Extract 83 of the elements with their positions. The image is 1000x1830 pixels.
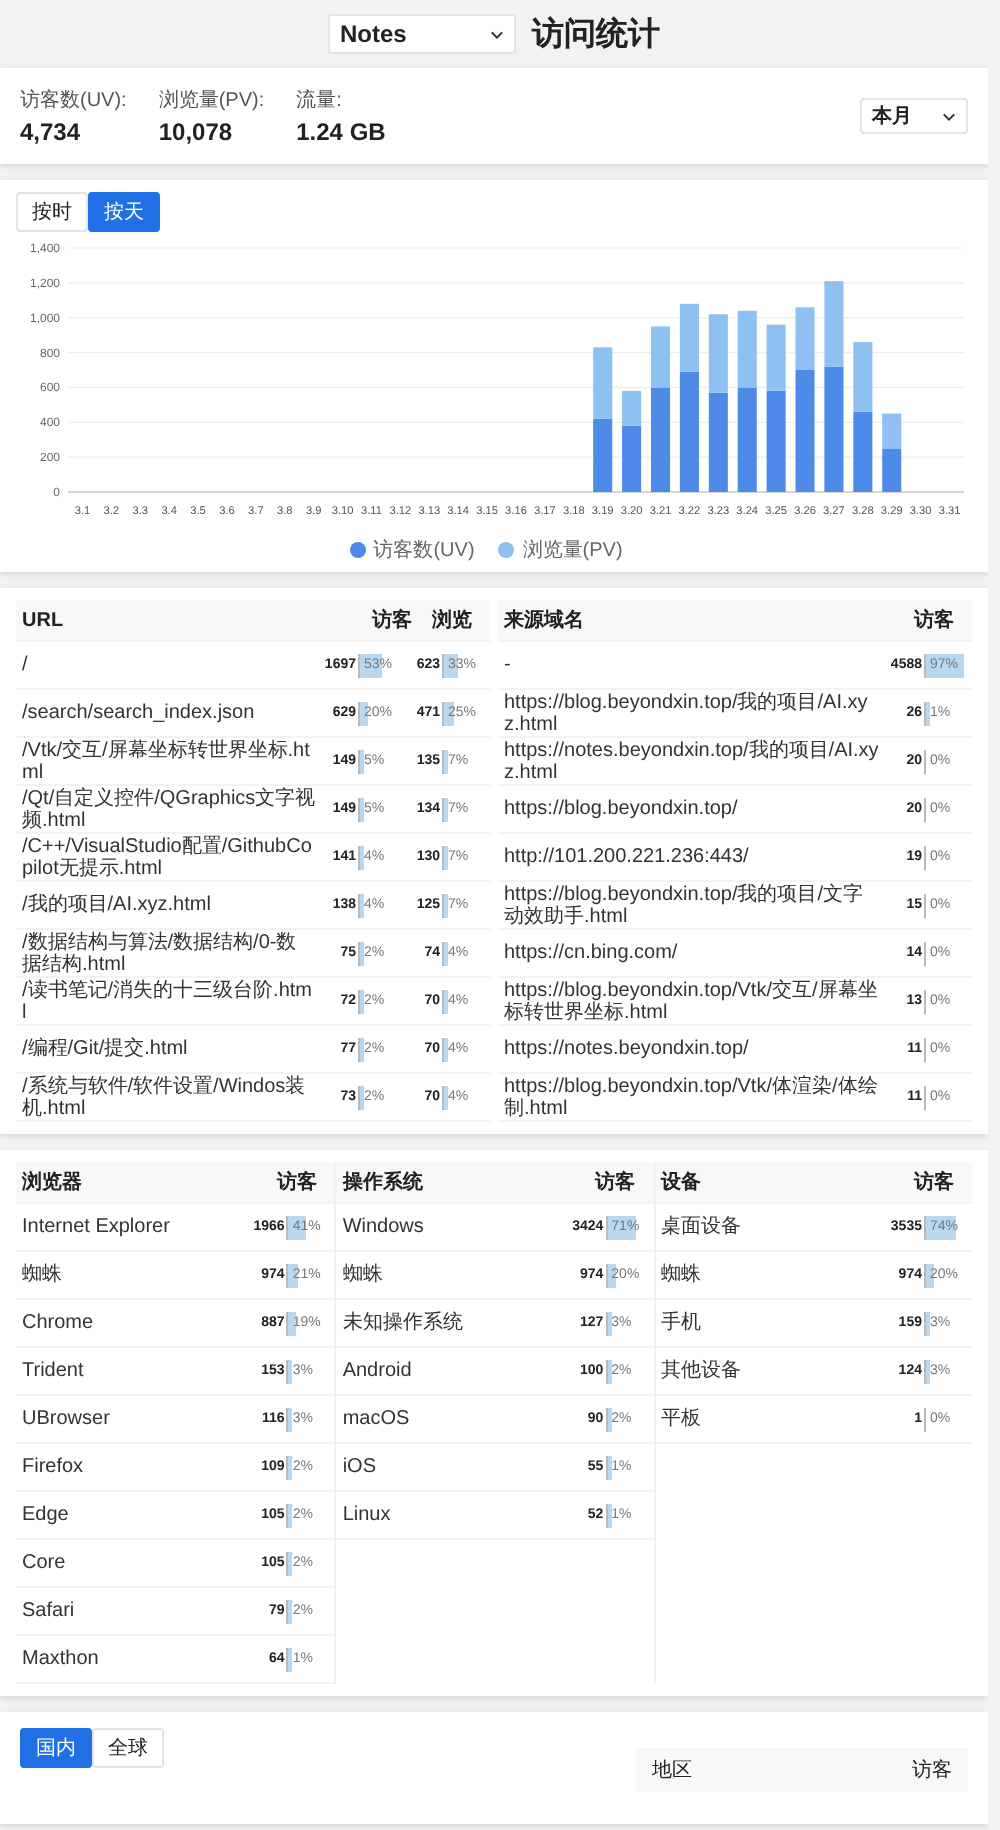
segment-tab[interactable]: 国内 <box>20 1728 92 1768</box>
url-cell-text: /读书笔记/消失的十三级台阶.html <box>22 979 315 1023</box>
column-header: 来源域名 <box>504 607 586 634</box>
url-cell: /Qt/自定义控件/QGraphics文字视频.html <box>22 787 316 831</box>
bar <box>708 392 728 492</box>
bar <box>882 448 902 492</box>
domain-cell-text: https://blog.beyondxin.top/Vtk/体渲染/体绘制.html <box>504 1075 880 1119</box>
name-cell-text: 未知操作系统 <box>342 1312 465 1334</box>
name-cell-text: Core <box>22 1552 68 1574</box>
url-cell-text: /数据结构与算法/数据结构/0-数据结构.html <box>22 931 299 975</box>
url-cell-text: / <box>22 654 30 676</box>
column-header: 访客 <box>913 1168 956 1196</box>
url-cell-text: /编程/Git/提交.html <box>22 1038 190 1060</box>
legend-label: 访客数(UV) <box>373 537 475 564</box>
stat-label: 浏览量(PV): <box>158 87 265 114</box>
name-cell-text: 平板 <box>661 1408 704 1430</box>
domain-cell-text: https://notes.beyondxin.top/我的项目/AI.xyz.html <box>504 739 881 783</box>
domain-cell-text: https://blog.beyondxin.top/ <box>504 798 740 820</box>
name-cell-text: Safari <box>22 1600 77 1622</box>
name-cell-text: Windows <box>342 1216 426 1238</box>
name-cell-text: iOS <box>342 1456 378 1478</box>
url-cell-text: /Vtk/交互/屏幕坐标转世界坐标.html <box>22 739 312 783</box>
column-header: 访客 <box>276 1168 319 1196</box>
name-cell-text: Maxthon <box>22 1648 101 1670</box>
column-header: 地区 <box>652 1757 692 1784</box>
domain-cell-text: - <box>504 654 513 676</box>
segment-tab[interactable]: 按天 <box>88 192 160 232</box>
domain-cell-text: https://notes.beyondxin.top/ <box>504 1038 751 1060</box>
legend-label: 浏览量(PV) <box>522 537 623 564</box>
column-header: 浏览器 <box>22 1169 84 1196</box>
bar <box>593 347 613 419</box>
url-cell-text: /系统与软件/软件设置/Windos装机.html <box>22 1075 308 1119</box>
name-cell-text: 桌面设备 <box>661 1216 744 1238</box>
stat-value: 1.24 GB <box>296 118 386 146</box>
name-cell-text: 蜘蛛 <box>342 1264 385 1286</box>
name-cell-text: 其他设备 <box>661 1360 744 1382</box>
name-cell-text: 蜘蛛 <box>661 1264 704 1286</box>
column-header: 访客 <box>372 606 414 634</box>
domain-cell-text: https://blog.beyondxin.top/Vtk/交互/屏幕坐标转世界坐标.html <box>504 979 880 1023</box>
name-cell-text: macOS <box>342 1408 412 1430</box>
bar <box>882 413 902 449</box>
stat-label: 流量: <box>296 87 344 114</box>
name-cell-text: Chrome <box>22 1312 96 1334</box>
page-title: 访问统计 <box>532 14 660 55</box>
column-header: 操作系统 <box>342 1169 425 1196</box>
legend-dot <box>498 542 515 558</box>
name-cell-text: Internet Explorer <box>22 1216 172 1238</box>
name-cell-text: 手机 <box>661 1312 704 1334</box>
bar <box>853 342 873 412</box>
stat-label: 访客数(UV): <box>20 87 127 114</box>
url-cell-text: /C++/VisualStudio配置/GithubCopilot无提示.html <box>22 835 314 879</box>
caret-icon <box>942 111 956 121</box>
bar <box>737 387 757 492</box>
domain-cell-text: http://101.200.221.236:443/ <box>504 846 751 868</box>
url-cell-text: /search/search_index.json <box>22 702 257 724</box>
stat-value: 4,734 <box>20 118 83 146</box>
name-cell-text: UBrowser <box>22 1408 112 1430</box>
name-cell-text: Trident <box>22 1360 86 1382</box>
column-header: 访客 <box>912 1757 952 1784</box>
bar <box>708 314 728 393</box>
bar <box>593 418 613 492</box>
name-cell-text: Android <box>342 1360 414 1382</box>
name-cell-text: Edge <box>22 1504 71 1526</box>
name-cell-text: 蜘蛛 <box>22 1264 64 1286</box>
stat-value: 10,078 <box>158 118 235 146</box>
legend-dot <box>349 542 366 558</box>
caret-icon <box>490 29 504 39</box>
period-select[interactable]: 本月 <box>860 98 968 134</box>
name-cell-text: Linux <box>342 1504 393 1526</box>
domain-cell-text: https://cn.bing.com/ <box>504 942 680 964</box>
domain-cell-text: https://blog.beyondxin.top/我的项目/文字动效助手.html <box>504 883 866 927</box>
url-cell-text: /我的项目/AI.xyz.html <box>22 894 213 916</box>
bar <box>853 411 873 492</box>
column-header: 浏览 <box>432 607 474 634</box>
name-cell-text: Firefox <box>22 1456 86 1478</box>
column-header: 访客 <box>595 1168 638 1196</box>
column-header: URL <box>22 609 66 631</box>
site-select[interactable]: Notes <box>328 14 516 54</box>
column-header: 访客 <box>914 606 956 634</box>
segment-tab[interactable]: 按时 <box>16 192 88 232</box>
bar <box>737 310 757 388</box>
column-header: 设备 <box>661 1169 704 1196</box>
segment-tab[interactable]: 全球 <box>92 1728 164 1768</box>
